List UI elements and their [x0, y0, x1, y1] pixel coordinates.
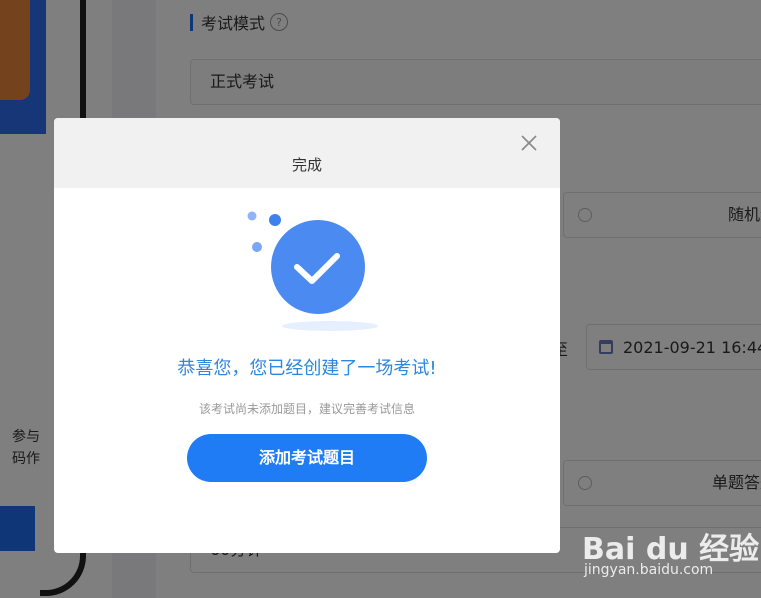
watermark-url: jingyan.baidu.com [584, 562, 714, 578]
close-icon[interactable] [520, 134, 538, 152]
add-exam-questions-button[interactable]: 添加考试题目 [187, 434, 427, 482]
dialog-header: 完成 [54, 118, 560, 188]
success-hint: 该考试尚未添加题目，建议完善考试信息 [198, 402, 415, 416]
baidu-jingyan-watermark: Bai du 经验 jingyan.baidu.com [582, 518, 759, 588]
check-circle-icon [240, 204, 380, 334]
completion-dialog: 完成 恭喜您，您已经创建了一场考试! 该考试尚未添加题目，建议完善考试信息 添加… [54, 118, 560, 553]
success-message: 恭喜您，您已经创建了一场考试! [177, 358, 437, 379]
dialog-title: 完成 [291, 156, 322, 174]
